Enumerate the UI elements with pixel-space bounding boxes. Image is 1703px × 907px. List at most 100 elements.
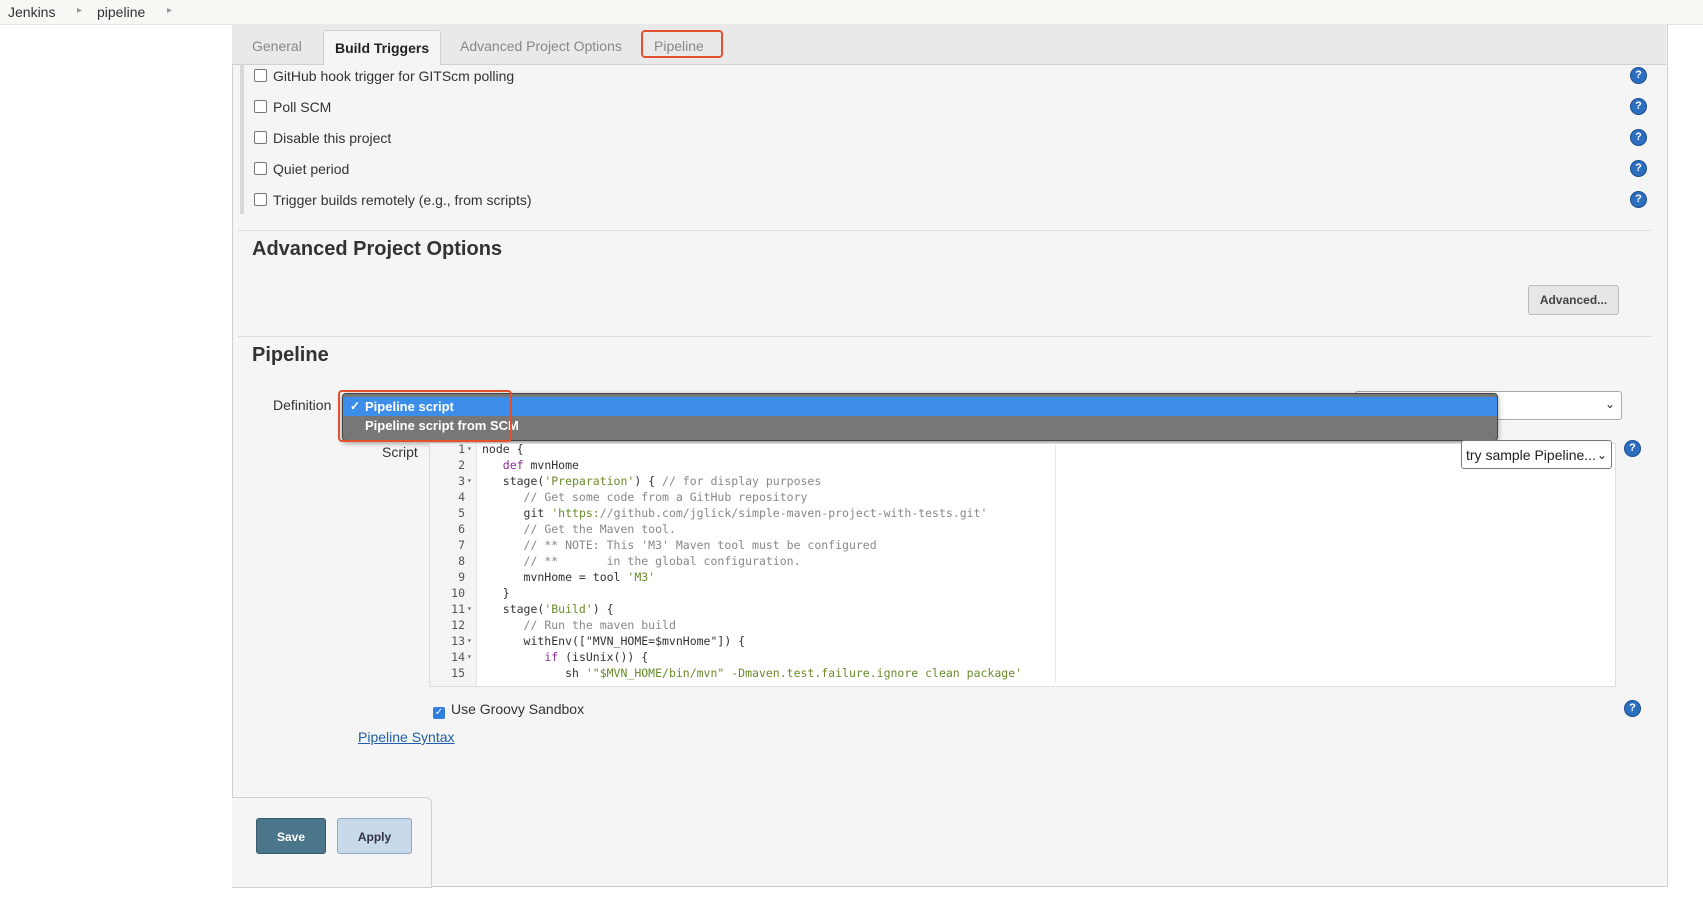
script-label: Script [382,444,418,460]
code-line[interactable]: 15 sh '"$MVN_HOME/bin/mvn" -Dmaven.test.… [430,665,1615,681]
line-number: 5 [458,506,465,520]
trigger-label: Quiet period [273,161,350,177]
trigger-label: Disable this project [273,130,392,146]
section-title-pipeline: Pipeline [252,344,329,366]
section-bar [240,64,244,214]
line-number: 9 [458,570,465,584]
trigger-github-hook[interactable]: GitHub hook trigger for GITScm polling [254,68,514,84]
divider [238,230,1651,231]
code-line[interactable]: 11 ▾ stage('Build') { [430,601,1615,617]
code-line[interactable]: 4 // Get some code from a GitHub reposit… [430,489,1615,505]
highlight-box-pipeline-tab [641,30,723,58]
divider [238,336,1651,337]
checkbox[interactable] [254,100,267,113]
line-number: 12 [451,618,465,632]
groovy-sandbox-option[interactable]: ✓ Use Groovy Sandbox [433,701,584,719]
line-number: 6 [458,522,465,536]
highlight-box-definition-options [338,390,512,442]
definition-dropdown[interactable]: ✓ Pipeline script Pipeline script from SC… [342,393,1498,441]
help-icon[interactable]: ? [1630,98,1647,115]
script-editor[interactable]: 1 ▾ node {2 def mvnHome 3 ▾ stage('Preparati… [429,443,1616,687]
help-icon[interactable]: ? [1630,67,1647,84]
section-title-advanced: Advanced Project Options [252,238,503,260]
tab-advanced-project-options[interactable]: Advanced Project Options [460,38,622,54]
save-button[interactable]: Save [256,818,326,854]
editor-margin [1055,443,1056,683]
line-number: 11 [451,602,465,616]
code-text: // Get the Maven tool. [523,522,676,536]
trigger-builds-remotely[interactable]: Trigger builds remotely (e.g., from scri… [254,192,532,208]
code-text: stage('Preparation') { // for display pu… [482,474,822,488]
trigger-label: GitHub hook trigger for GITScm polling [273,68,515,84]
checkbox[interactable] [254,162,267,175]
code-text: def mvnHome [502,458,579,472]
breadcrumb-pipeline[interactable]: pipeline [97,4,145,20]
tab-general[interactable]: General [252,38,302,54]
line-number: 13 [451,634,465,648]
code-text: // ** NOTE: This 'M3' Maven tool must be… [523,538,877,552]
breadcrumb-jenkins[interactable]: Jenkins [8,4,55,20]
trigger-poll-scm[interactable]: Poll SCM [254,99,331,115]
tab-build-triggers[interactable]: Build Triggers [323,30,442,65]
chevron-down-icon: ⌄ [1604,397,1615,411]
definition-label: Definition [273,397,332,413]
sample-pipeline-select[interactable]: try sample Pipeline... ⌄ [1461,440,1612,469]
code-line[interactable]: 3 ▾ stage('Preparation') { // for display… [430,473,1615,489]
help-icon[interactable]: ? [1630,191,1647,208]
fold-arrow-icon[interactable]: ▾ [467,601,472,617]
line-number: 8 [458,554,465,568]
trigger-label: Trigger builds remotely (e.g., from scri… [273,192,532,208]
advanced-button[interactable]: Advanced... [1528,285,1619,315]
code-line[interactable]: 14 ▾ if (isUnix()) { [430,649,1615,665]
checkbox[interactable] [254,131,267,144]
tab-bar: General Build Triggers Advanced Project … [232,24,1666,65]
code-line[interactable]: 12 // Run the maven build [430,617,1615,633]
code-text: if (isUnix()) { [544,650,649,664]
trigger-label: Poll SCM [273,99,332,115]
code-text: node { [482,443,524,456]
option-pipeline-script-from-scm[interactable]: Pipeline script from SCM [343,416,1497,435]
line-number: 7 [458,538,465,552]
line-number: 2 [458,458,465,472]
fold-arrow-icon[interactable]: ▾ [467,473,472,489]
code-line[interactable]: 1 ▾ node { [430,443,1615,457]
code-line[interactable]: 8 // ** in the global configuration. [430,553,1615,569]
line-number: 15 [451,666,465,680]
line-number: 4 [458,490,465,504]
checkbox[interactable] [254,193,267,206]
chevron-right-icon[interactable]: ▸ [77,5,82,16]
checkbox[interactable] [254,69,267,82]
help-icon[interactable]: ? [1624,440,1641,457]
code-line[interactable]: 9 mvnHome = tool 'M3' [430,569,1615,585]
chevron-right-icon[interactable]: ▸ [167,5,172,16]
code-text: withEnv(["MVN_HOME=$mvnHome"]) { [482,634,746,648]
fold-arrow-icon[interactable]: ▾ [467,649,472,665]
code-line[interactable]: 5 git 'https://github.com/jglick/simple-… [430,505,1615,521]
help-icon[interactable]: ? [1630,160,1647,177]
line-number: 10 [451,586,465,600]
sample-select-value: try sample Pipeline... [1466,447,1596,463]
apply-button[interactable]: Apply [337,818,412,854]
code-text: sh '"$MVN_HOME/bin/mvn" -Dmaven.test.fai… [482,666,1023,680]
code-line[interactable]: 13 ▾ withEnv(["MVN_HOME=$mvnHome"]) { [430,633,1615,649]
breadcrumb: Jenkins ▸ pipeline ▸ [0,0,1703,25]
code-text: // Run the maven build [523,618,676,632]
code-line[interactable]: 7 // ** NOTE: This 'M3' Maven tool must … [430,537,1615,553]
pipeline-syntax-link[interactable]: Pipeline Syntax [358,729,455,745]
fold-arrow-icon[interactable]: ▾ [467,444,472,457]
trigger-disable-project[interactable]: Disable this project [254,130,391,146]
option-pipeline-script[interactable]: ✓ Pipeline script [343,397,1497,416]
help-icon[interactable]: ? [1624,700,1641,717]
chevron-down-icon: ⌄ [1596,448,1607,462]
code-text: git 'https://github.com/jglick/simple-ma… [482,506,988,520]
sandbox-label: Use Groovy Sandbox [451,701,585,717]
code-text: // Get some code from a GitHub repositor… [523,490,808,504]
line-number: 1 [458,443,465,456]
code-line[interactable]: 2 def mvnHome [430,457,1615,473]
checkbox-checked[interactable]: ✓ [433,707,445,719]
fold-arrow-icon[interactable]: ▾ [467,633,472,649]
trigger-quiet-period[interactable]: Quiet period [254,161,349,177]
help-icon[interactable]: ? [1630,129,1647,146]
code-line[interactable]: 10 } [430,585,1615,601]
code-line[interactable]: 6 // Get the Maven tool. [430,521,1615,537]
